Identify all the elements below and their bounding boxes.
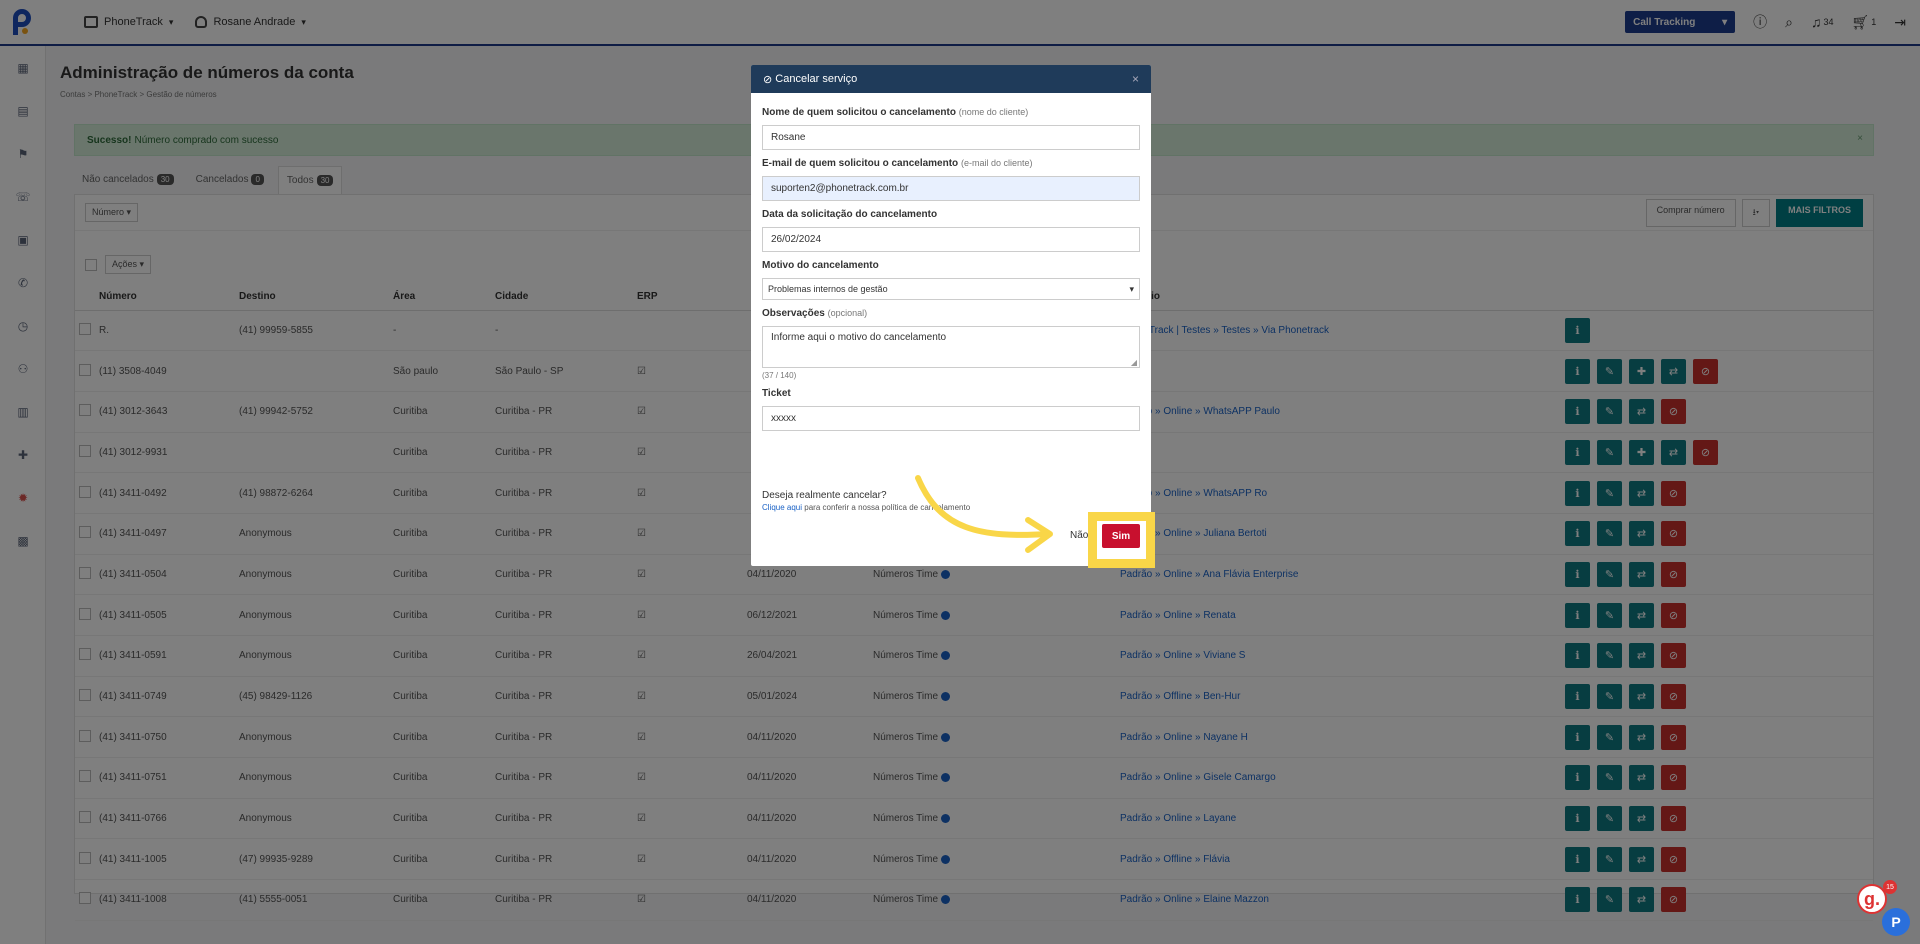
close-icon[interactable]: ×: [1132, 72, 1139, 86]
request-date-label: Data da solicitação do cancelamento: [762, 209, 938, 220]
requester-email-input[interactable]: suporten2@phonetrack.com.br: [762, 176, 1140, 201]
reason-select[interactable]: Problemas internos de gestão ▾: [762, 278, 1140, 300]
requester-name-input[interactable]: Rosane: [762, 125, 1140, 150]
reason-value: Problemas internos de gestão: [768, 284, 888, 294]
tutorial-highlight-box: [1088, 512, 1155, 568]
observations-counter: (37 / 140): [762, 371, 797, 380]
modal-header: ⊘ Cancelar serviço ×: [751, 65, 1151, 93]
cancel-circle-icon: ⊘: [763, 73, 776, 86]
requester-email-label: E-mail de quem solicitou o cancelamento …: [762, 158, 1033, 169]
ticket-input[interactable]: xxxxx: [762, 406, 1140, 431]
phonetrack-chat-icon[interactable]: P: [1882, 908, 1910, 936]
observations-label: Observações (opcional): [762, 308, 868, 319]
request-date-input[interactable]: 26/02/2024: [762, 227, 1140, 252]
modal-title: Cancelar serviço: [775, 73, 858, 85]
caret-down-icon: ▾: [1129, 283, 1134, 294]
policy-link[interactable]: Clique aqui: [762, 503, 802, 512]
requester-name-label: Nome de quem solicitou o cancelamento (n…: [762, 107, 1029, 118]
tutorial-arrow: [915, 475, 1053, 553]
ticket-label: Ticket: [762, 388, 791, 399]
observations-textarea[interactable]: Informe aqui o motivo do cancelamento ◢: [762, 326, 1140, 368]
observations-text: Informe aqui o motivo do cancelamento: [771, 332, 947, 343]
guide-widget-badge: 15: [1883, 880, 1897, 894]
reason-label: Motivo do cancelamento: [762, 260, 879, 271]
resize-handle-icon[interactable]: ◢: [1131, 358, 1137, 367]
